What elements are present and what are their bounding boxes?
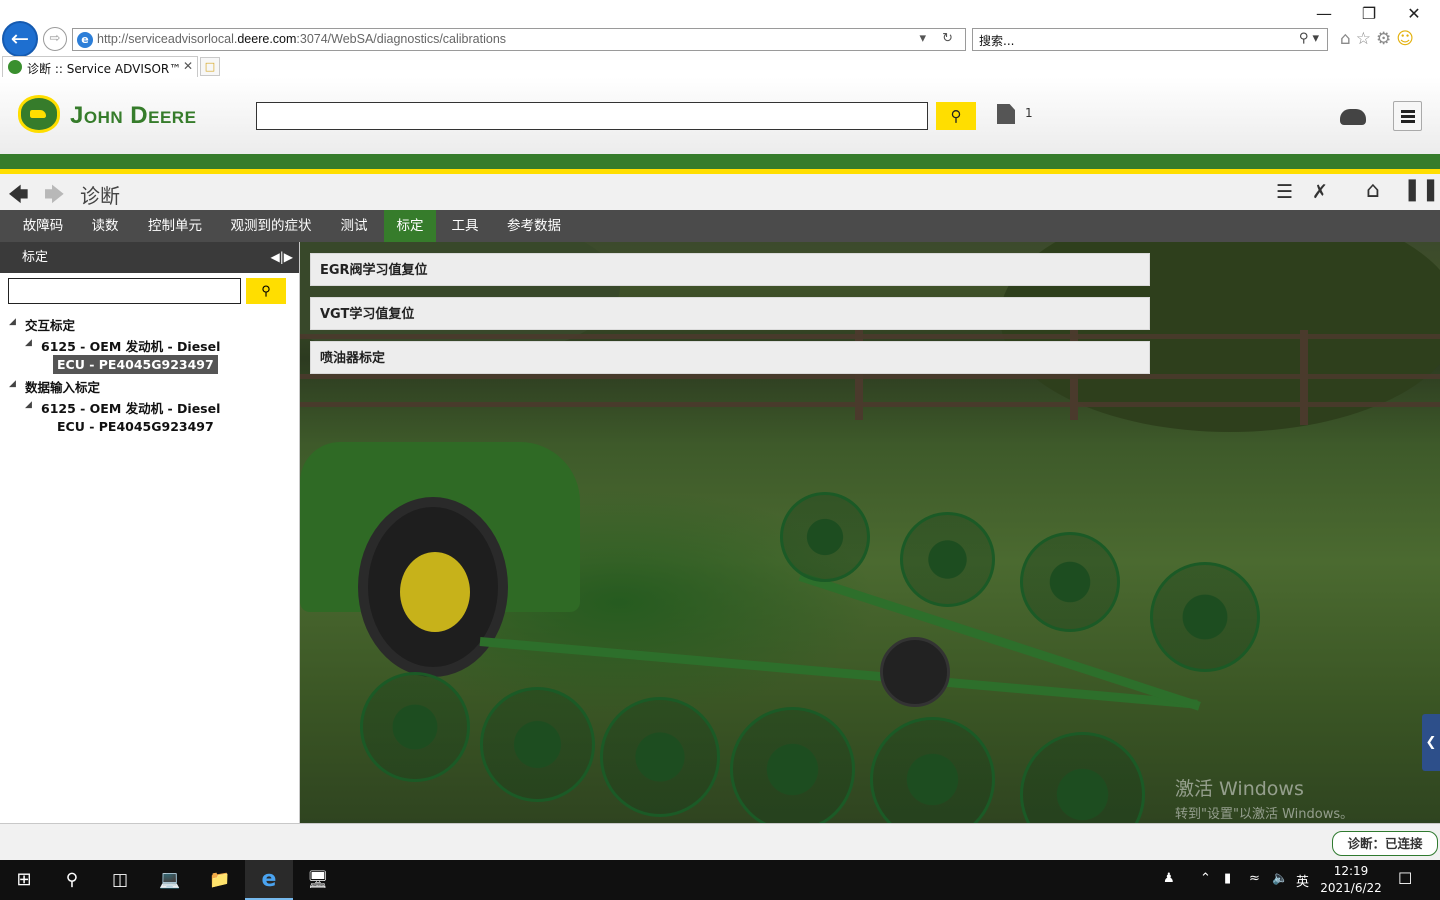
browser-toolbar: ← ⇨ e http://serviceadvisorlocal.deere.c… [0, 0, 1440, 57]
browser-forward-button[interactable]: ⇨ [43, 27, 67, 51]
tab-tools[interactable]: 工具 [440, 210, 490, 242]
content-area: EGR阀学习值复位 VGT学习值复位 喷油器标定 激活 Windows 转到"设… [300, 242, 1440, 823]
page-title-bar: 🡄 🡆 诊断 ☰ ✗ ⌂ ❚❚ [0, 174, 1440, 210]
panel-collapse-icon[interactable]: ◀|▶ [271, 242, 294, 273]
windows-taskbar: ⊞ ⚲ ◫ 💻 📁 e 🖥 ♟ ⌃ ▮ ≈ 🔈 英 12:19 2021/6/2… [0, 860, 1440, 900]
internet-explorer-icon[interactable]: e [245, 860, 293, 900]
cloud-disconnected-icon[interactable] [1340, 109, 1366, 125]
connection-status-badge[interactable]: 诊断：已连接 [1332, 831, 1438, 856]
calibration-item-injector[interactable]: 喷油器标定 [310, 341, 1150, 374]
restore-button[interactable]: ❐ [1354, 4, 1384, 23]
network-icon[interactable]: ≈ [1249, 871, 1260, 886]
close-tab-icon[interactable]: ✕ [183, 59, 193, 73]
deere-favicon-icon [8, 60, 22, 74]
address-bar[interactable]: e http://serviceadvisorlocal.deere.com:3… [72, 28, 966, 51]
browser-tab[interactable]: 诊断 :: Service ADVISOR™ ✕ [2, 56, 198, 77]
brand-stripe [0, 154, 1440, 174]
tab-calibrations[interactable]: 标定 [384, 210, 436, 242]
diagnostics-tabs: 故障码 读数 控制单元 观测到的症状 测试 标定 工具 参考数据 [0, 210, 1440, 242]
page-forward-icon[interactable]: 🡆 [44, 180, 65, 214]
home-icon[interactable]: ⌂ [1366, 178, 1380, 203]
tree-node-data-input-cal[interactable]: ◢ 数据输入标定 [9, 377, 100, 396]
tool-app-icon[interactable]: 🖥 [294, 860, 342, 900]
status-bar: 诊断：已连接 [0, 823, 1440, 860]
calibration-item-egr[interactable]: EGR阀学习值复位 [310, 253, 1150, 286]
tree-node-machine[interactable]: ◢ 6125 - OEM 发动机 - Diesel [25, 398, 220, 417]
windows-activation-watermark: 激活 Windows 转到"设置"以激活 Windows。 [1175, 778, 1354, 822]
tab-tests[interactable]: 测试 [328, 210, 380, 242]
browser-search-input[interactable]: 搜索... ⚲ ▾ [972, 28, 1328, 51]
browser-tab-strip: 诊断 :: Service ADVISOR™ ✕ □ [0, 56, 1440, 77]
list-view-icon[interactable]: ☰ [1276, 181, 1293, 203]
calibration-item-vgt[interactable]: VGT学习值复位 [310, 297, 1150, 330]
close-window-button[interactable]: ✕ [1399, 4, 1429, 23]
feedback-smiley-icon[interactable]: ☺ [1396, 29, 1419, 49]
start-button[interactable]: ⊞ [0, 860, 48, 900]
global-search-button[interactable]: ⚲ [936, 102, 976, 130]
new-tab-button[interactable]: □ [200, 57, 220, 76]
tree-filter-input[interactable] [8, 278, 241, 304]
search-icon[interactable]: ⚲ ▾ [1299, 31, 1319, 46]
expand-arrow-icon[interactable]: ◢ [25, 400, 32, 410]
pause-icon[interactable]: ❚❚ [1403, 177, 1440, 202]
app-header: John Deere ⚲ 1 [0, 77, 1440, 154]
global-search-input[interactable] [256, 102, 928, 130]
search-icon[interactable]: ⚲ [48, 860, 96, 900]
john-deere-logo [18, 95, 60, 133]
minimize-button[interactable]: — [1309, 4, 1339, 23]
side-panel-toggle[interactable]: ❮ [1422, 714, 1440, 771]
tree-node-machine[interactable]: ◢ 6125 - OEM 发动机 - Diesel [25, 336, 220, 355]
browser-tool-icons[interactable]: ⌂☆⚙☺ [1340, 29, 1419, 49]
taskbar-clock[interactable]: 12:19 2021/6/22 [1316, 863, 1386, 897]
volume-icon[interactable]: 🔈 [1272, 871, 1288, 886]
page-title: 诊断 [80, 184, 120, 208]
tree-node-ecu[interactable]: ECU - PE4045G923497 [57, 419, 214, 434]
browser-tab-title: 诊断 :: Service ADVISOR™ [27, 62, 182, 76]
tree-filter-button[interactable]: ⚲ [246, 278, 286, 304]
calibration-tree-panel: 标定 ◀|▶ ⚲ ◢ 交互标定 ◢ 6125 - OEM 发动机 - Diesel … [0, 242, 300, 823]
tab-observed-symptoms[interactable]: 观测到的症状 [218, 210, 324, 242]
expand-arrow-icon[interactable]: ◢ [25, 338, 32, 348]
service-advisor-app-icon[interactable]: 💻 [146, 860, 194, 900]
task-view-icon[interactable]: ◫ [96, 860, 144, 900]
people-icon[interactable]: ♟ [1163, 871, 1175, 886]
tab-control-units[interactable]: 控制单元 [136, 210, 214, 242]
work-order-count: 1 [1025, 106, 1033, 120]
brand-name: John Deere [70, 102, 197, 129]
address-url: http://serviceadvisorlocal.deere.com:307… [97, 32, 507, 46]
panel-title: 标定 [22, 250, 49, 265]
tab-dtc[interactable]: 故障码 [12, 210, 74, 242]
work-order-icon[interactable] [997, 104, 1015, 124]
browser-back-button[interactable]: ← [2, 21, 38, 57]
battery-icon[interactable]: ▮ [1224, 871, 1231, 886]
expand-arrow-icon[interactable]: ◢ [9, 379, 16, 389]
tree-node-ecu-selected[interactable]: ECU - PE4045G923497 [53, 355, 218, 374]
page-back-icon[interactable]: 🡄 [8, 180, 29, 214]
ie-page-icon: e [77, 32, 93, 48]
disconnect-icon[interactable]: ✗ [1312, 181, 1328, 203]
main-menu-button[interactable] [1393, 101, 1422, 131]
refresh-icon[interactable]: ▾ ↻ [919, 31, 959, 46]
input-method-indicator[interactable]: 英 [1296, 871, 1309, 890]
panel-header: 标定 ◀|▶ [0, 242, 299, 273]
tab-reference-data[interactable]: 参考数据 [494, 210, 574, 242]
home-icon[interactable]: ⌂ [1340, 29, 1356, 49]
tab-readings[interactable]: 读数 [78, 210, 132, 242]
settings-gear-icon[interactable]: ⚙ [1376, 29, 1396, 49]
notifications-icon[interactable]: ☐ [1398, 869, 1412, 888]
file-explorer-icon[interactable]: 📁 [196, 860, 244, 900]
tree-node-interactive-cal[interactable]: ◢ 交互标定 [9, 315, 75, 334]
favorites-star-icon[interactable]: ☆ [1356, 29, 1376, 49]
expand-arrow-icon[interactable]: ◢ [9, 317, 16, 327]
tray-expand-icon[interactable]: ⌃ [1200, 871, 1211, 886]
